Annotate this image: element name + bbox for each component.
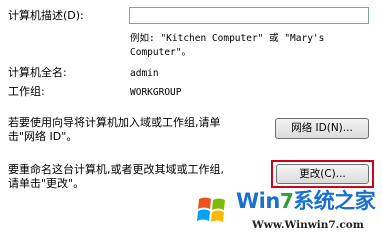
description-label: 计算机描述(D):: [8, 9, 84, 22]
watermark-title: Win7系统之家: [236, 188, 376, 214]
highlight-box: [271, 160, 374, 188]
example-text-line2: Computer"。: [130, 47, 191, 58]
workgroup-value: WORKGROUP: [130, 87, 182, 98]
fullname-value: admin: [130, 68, 159, 79]
network-id-button-label: 网络 ID(N)...: [291, 122, 353, 134]
windows-logo-icon: [193, 191, 231, 229]
network-id-text-line1: 若要使用向导将计算机加入域或工作组,请单: [8, 116, 221, 129]
fullname-label: 计算机全名:: [8, 66, 67, 79]
watermark-title-cn: 系统之家: [293, 189, 376, 213]
example-text-line1: 例如: "Kitchen Computer" 或 "Mary's: [130, 33, 325, 44]
network-id-button[interactable]: 网络 ID(N)...: [275, 118, 369, 139]
watermark-url: Www.Winwin7.com: [252, 219, 364, 231]
watermark-title-7: 7: [279, 189, 294, 213]
watermark-title-win: Win: [236, 189, 280, 213]
description-input[interactable]: [129, 7, 369, 24]
workgroup-label: 工作组:: [8, 85, 45, 98]
rename-text-line2: 请单击"更改"。: [8, 177, 85, 190]
watermark: Win7系统之家 Www.Winwin7.com: [192, 188, 382, 240]
network-id-text-line2: 击"网络 ID"。: [8, 130, 78, 143]
rename-text-line1: 要重命名这台计算机,或者更改其域或工作组,: [8, 163, 224, 176]
